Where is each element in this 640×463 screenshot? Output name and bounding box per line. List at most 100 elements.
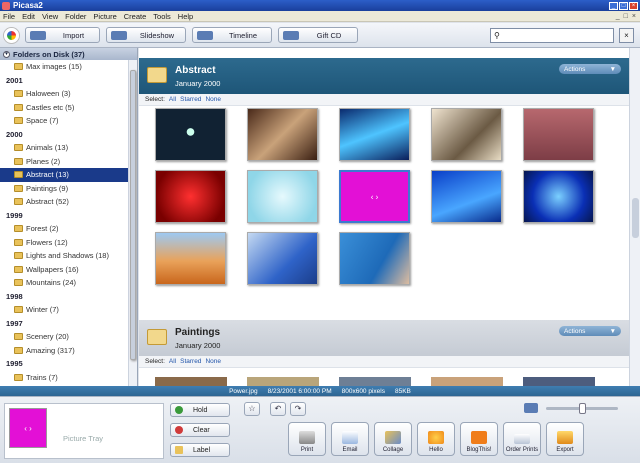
folder-item[interactable]: Planes (2): [0, 155, 128, 169]
menu-file[interactable]: File: [3, 12, 15, 21]
maximize-button[interactable]: □: [619, 1, 628, 10]
thumb-sepia[interactable]: [431, 108, 502, 161]
star-button[interactable]: ☆: [244, 402, 260, 416]
folder-item[interactable]: Lights and Shadows (18): [0, 249, 128, 263]
actions-dropdown[interactable]: Actions ▼: [559, 64, 621, 74]
menu-view[interactable]: View: [42, 12, 58, 21]
export-icon: [557, 431, 573, 444]
menu-tools[interactable]: Tools: [153, 12, 171, 21]
export-button[interactable]: Export: [546, 422, 584, 456]
inner-restore-button[interactable]: □: [624, 13, 628, 20]
folder-item[interactable]: Animals (13): [0, 141, 128, 155]
thumb-dunes[interactable]: [155, 232, 226, 285]
section-title: Paintings: [175, 327, 221, 338]
thumb-dots[interactable]: [155, 108, 226, 161]
folder-item[interactable]: Abstract (13): [0, 168, 128, 182]
menu-folder[interactable]: Folder: [65, 12, 86, 21]
zoom-slider[interactable]: [546, 402, 618, 414]
minimize-button[interactable]: _: [609, 1, 618, 10]
tray-thumbnail[interactable]: ‹ ›: [9, 408, 47, 448]
select-starred-link[interactable]: Starred: [180, 96, 201, 103]
hello-button[interactable]: Hello: [417, 422, 455, 456]
year-header: 1995: [6, 359, 23, 368]
label-button[interactable]: Label: [170, 443, 230, 457]
zoom-slider-knob[interactable]: [579, 402, 586, 414]
folder-icon: [14, 252, 23, 260]
printer-icon: [299, 431, 315, 444]
tray-actions: Print Email Collage Hello BlogThis! Orde…: [288, 422, 584, 456]
order-prints-button[interactable]: Order Prints: [503, 422, 541, 456]
inner-minimize-button[interactable]: _: [616, 13, 620, 20]
search-input[interactable]: [499, 32, 600, 39]
folder-item[interactable]: Castles etc (5): [0, 101, 128, 115]
rotate-right-button[interactable]: ↷: [290, 402, 306, 416]
select-all-link[interactable]: All: [169, 358, 176, 365]
email-button[interactable]: Email: [331, 422, 369, 456]
slideshow-button[interactable]: Slideshow: [106, 27, 186, 43]
thumb-bluewave[interactable]: [431, 170, 502, 223]
folder-item[interactable]: Winter (7): [0, 303, 128, 317]
menu-create[interactable]: Create: [124, 12, 147, 21]
select-none-link[interactable]: None: [205, 96, 221, 103]
folder-item[interactable]: Mountains (24): [0, 276, 128, 290]
folder-icon: [14, 103, 23, 111]
select-none-link[interactable]: None: [205, 358, 221, 365]
menu-help[interactable]: Help: [178, 12, 193, 21]
folder-item[interactable]: Abstract (52): [0, 195, 128, 209]
timeline-button[interactable]: Timeline: [192, 27, 272, 43]
hold-icon: [175, 406, 183, 414]
thumb-aurora[interactable]: [339, 108, 410, 161]
rotate-left-button[interactable]: ↶: [270, 402, 286, 416]
thumb-windows[interactable]: [247, 232, 318, 285]
thumb-tunnel[interactable]: [523, 170, 594, 223]
folder-item[interactable]: Wallpapers (16): [0, 263, 128, 277]
folder-item[interactable]: Flowers (12): [0, 236, 128, 250]
library-scrollbar[interactable]: [629, 48, 640, 386]
thumb-window[interactable]: [523, 108, 594, 161]
order-prints-icon: [514, 434, 530, 444]
menu-edit[interactable]: Edit: [22, 12, 35, 21]
menu-picture[interactable]: Picture: [93, 12, 116, 21]
gift-cd-button[interactable]: Gift CD: [278, 27, 358, 43]
select-bar: Select: All Starred None: [139, 94, 629, 106]
thumb-magenta[interactable]: ‹ ›: [339, 170, 410, 223]
folder-item[interactable]: Max images (15): [0, 60, 128, 74]
collage-button[interactable]: Collage: [374, 422, 412, 456]
folder-item[interactable]: Forest (2): [0, 222, 128, 236]
search-clear-button[interactable]: ×: [619, 28, 634, 43]
actions-dropdown[interactable]: Actions ▼: [559, 326, 621, 336]
blogthis-button[interactable]: BlogThis!: [460, 422, 498, 456]
thumb-room[interactable]: [247, 108, 318, 161]
section-abstract-header: Abstract January 2000 Actions ▼: [139, 58, 629, 94]
folder-item[interactable]: Trains (7): [0, 371, 128, 385]
collapse-toggle-icon[interactable]: ▾: [3, 50, 10, 58]
thumb-tennis[interactable]: [339, 232, 410, 285]
folder-list: Max images (15) 2001 Haloween (3) Castles e…: [0, 60, 128, 384]
clear-button[interactable]: Clear: [170, 423, 230, 437]
folders-header[interactable]: ▾ Folders on Disk (37): [0, 48, 137, 60]
folder-item[interactable]: Scenery (20): [0, 330, 128, 344]
import-button[interactable]: Import: [25, 27, 100, 43]
clear-icon: [175, 426, 183, 434]
folder-icon: [14, 198, 23, 206]
select-all-link[interactable]: All: [169, 96, 176, 103]
folder-icon: [14, 238, 23, 246]
inner-close-button[interactable]: ×: [632, 13, 636, 20]
thumb-cyan[interactable]: [247, 170, 318, 223]
folder-scrollbar[interactable]: [128, 60, 137, 386]
search-box[interactable]: ⚲: [490, 28, 614, 43]
collage-icon: [385, 431, 401, 444]
folder-item[interactable]: Paintings (9): [0, 182, 128, 196]
slideshow-icon: [111, 30, 127, 40]
print-button[interactable]: Print: [288, 422, 326, 456]
folder-item[interactable]: Haloween (3): [0, 87, 128, 101]
toolbar: Import Slideshow Timeline Gift CD ⚲ ×: [0, 23, 640, 48]
thumb-red[interactable]: [155, 170, 226, 223]
select-starred-link[interactable]: Starred: [180, 358, 201, 365]
chevron-down-icon: ▼: [609, 327, 616, 335]
hold-button[interactable]: Hold: [170, 403, 230, 417]
close-button[interactable]: ×: [629, 1, 638, 10]
library-view: Abstract January 2000 Actions ▼ Select: …: [139, 48, 629, 386]
folder-item[interactable]: Amazing (317): [0, 344, 128, 358]
folder-item[interactable]: Space (7): [0, 114, 128, 128]
